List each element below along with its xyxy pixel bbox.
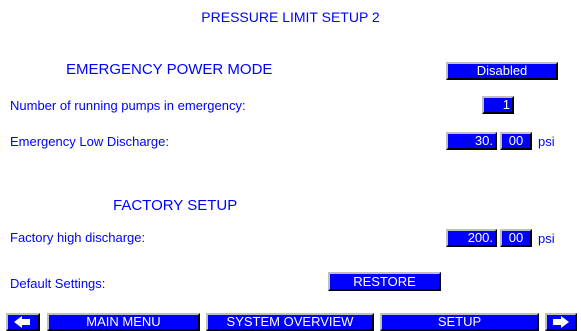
restore-button[interactable]: RESTORE [328, 272, 441, 291]
factory-high-discharge-label: Factory high discharge: [10, 230, 146, 245]
emergency-low-discharge-dec-field[interactable]: 00 [500, 132, 532, 150]
system-overview-button[interactable]: SYSTEM OVERVIEW [206, 313, 374, 331]
factory-section-heading: FACTORY SETUP [113, 197, 238, 214]
emergency-low-discharge-int-field[interactable]: 30. [446, 132, 497, 150]
running-pumps-field[interactable]: 1 [482, 96, 514, 114]
emergency-mode-field[interactable]: Disabled [446, 62, 558, 80]
arrow-left-icon [8, 315, 38, 329]
default-settings-label: Default Settings: [10, 276, 106, 291]
running-pumps-label: Number of running pumps in emergency: [10, 98, 246, 113]
main-menu-button[interactable]: MAIN MENU [47, 313, 200, 331]
next-screen-button[interactable] [545, 313, 577, 331]
factory-high-discharge-int-field[interactable]: 200. [446, 229, 497, 247]
page-title: PRESSURE LIMIT SETUP 2 [201, 9, 380, 25]
setup-button[interactable]: SETUP [380, 313, 539, 331]
prev-screen-button[interactable] [6, 313, 40, 331]
factory-high-discharge-unit: psi [538, 231, 555, 246]
emergency-section-heading: EMERGENCY POWER MODE [66, 61, 273, 78]
emergency-low-discharge-unit: psi [538, 134, 555, 149]
factory-high-discharge-dec-field[interactable]: 00 [500, 229, 532, 247]
emergency-low-discharge-label: Emergency Low Discharge: [10, 134, 169, 149]
arrow-right-icon [547, 315, 575, 329]
